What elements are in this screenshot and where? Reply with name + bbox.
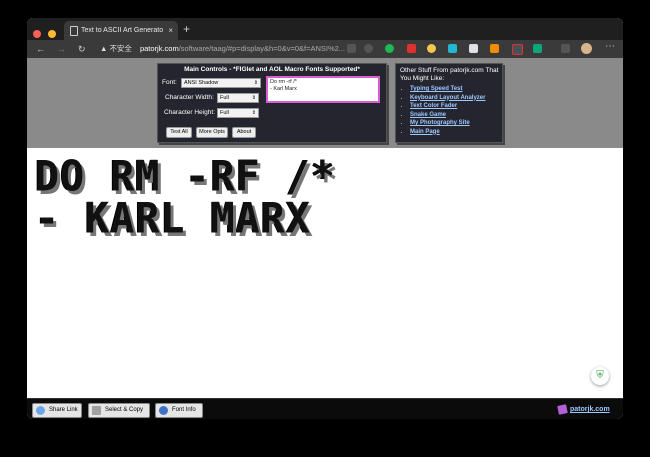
text-input[interactable]: Do rm -rf /* - Karl Marx (266, 76, 380, 103)
shield-icon[interactable]: ⛨ (591, 367, 609, 385)
other-stuff-panel: Other Stuff From patorjk.com That You Mi… (395, 63, 503, 143)
url-path: /software/taag/#p=display&h=0&v=0&f=ANSI… (178, 44, 346, 53)
select-copy-label: Select & Copy (105, 407, 144, 413)
ascii-art-line: - KARL MARX (35, 194, 311, 244)
share-link-button[interactable]: Share Link (32, 403, 82, 418)
font-label: Font: (162, 79, 177, 86)
about-button[interactable]: About (232, 127, 256, 138)
reader-icon[interactable] (347, 44, 356, 53)
controls-area: Main Controls - *FIGlet and AOL Macro Fo… (27, 58, 623, 148)
width-select-value: Full (220, 95, 229, 101)
text-input-line: - Karl Marx (270, 86, 297, 92)
extension-dollar-icon[interactable] (533, 44, 542, 53)
patorjk-logo-icon (557, 403, 568, 415)
font-info-button[interactable]: Font Info (155, 403, 203, 418)
more-opts-button[interactable]: More Opts (196, 127, 228, 138)
link-photography-site[interactable]: My Photography Site (410, 119, 485, 128)
bottom-bar: Share Link Select & Copy Font Info pator… (27, 398, 623, 419)
back-button[interactable]: ← (36, 42, 45, 56)
select-arrow-icon: ⇕ (251, 110, 256, 116)
extension-teal-icon[interactable] (448, 44, 457, 53)
brand-link[interactable]: patorjk.com (557, 403, 610, 416)
browser-window: Text to ASCII Art Generator (TAAG) × + ←… (27, 18, 623, 419)
forward-button[interactable]: → (57, 42, 66, 56)
extension-white-icon[interactable] (469, 44, 478, 53)
text-input-line: Do rm -rf /* (270, 79, 297, 85)
font-select[interactable]: ANSI Shadow ⇕ (181, 78, 261, 88)
ascii-art-line: DO RM -RF /* (35, 152, 336, 202)
tab-taag[interactable]: Text to ASCII Art Generator (TAAG) × (64, 21, 178, 40)
link-text-color-fader[interactable]: Text Color Fader (410, 102, 485, 111)
new-tab-button[interactable]: + (183, 21, 190, 37)
width-select[interactable]: Full ⇕ (217, 93, 259, 103)
link-typing-speed-test[interactable]: Typing Speed Test (410, 85, 485, 94)
select-copy-button[interactable]: Select & Copy (88, 403, 150, 418)
extension-green-icon[interactable] (385, 44, 394, 53)
warning-icon: ▲ (100, 44, 108, 53)
share-icon (36, 406, 45, 415)
select-arrow-icon: ⇕ (253, 80, 258, 86)
link-keyboard-layout-analyzer[interactable]: Keyboard Layout Analyzer (410, 94, 485, 103)
address-bar[interactable]: ▲ 不安全 patorjk.com/software/taag/#p=display… (100, 42, 368, 56)
link-snake-game[interactable]: Snake Game (410, 111, 485, 120)
extension-red-icon[interactable] (407, 44, 416, 53)
more-menu-icon[interactable]: ⋯ (605, 41, 615, 52)
link-list: Typing Speed Test Keyboard Layout Analyz… (400, 85, 485, 136)
tab-title: Text to ASCII Art Generator (TAAG) (81, 27, 163, 34)
insecure-label: 不安全 (109, 44, 132, 53)
avatar[interactable] (581, 43, 592, 54)
other-stuff-title: Other Stuff From patorjk.com That You Mi… (400, 67, 499, 82)
reload-button[interactable]: ↻ (78, 42, 86, 56)
browser-toolbar: ← → ↻ ▲ 不安全 patorjk.com/software/taag/#p=d… (27, 40, 623, 58)
font-info-label: Font Info (172, 407, 196, 413)
extension-badge-icon[interactable] (512, 44, 523, 55)
width-label: Character Width: (165, 94, 214, 101)
favorite-star-icon[interactable] (364, 44, 373, 53)
select-arrow-icon: ⇕ (251, 95, 256, 101)
extension-yellow-icon[interactable] (427, 44, 436, 53)
url-host: patorjk.com (139, 44, 179, 53)
favorites-icon[interactable] (561, 44, 570, 53)
height-label: Character Height: (164, 109, 215, 116)
test-all-button[interactable]: Test All (166, 127, 192, 138)
brand-label: patorjk.com (570, 406, 610, 413)
copy-icon (92, 406, 101, 415)
share-link-label: Share Link (49, 407, 78, 413)
main-controls-title: Main Controls - *FIGlet and AOL Macro Fo… (184, 66, 360, 73)
link-main-page[interactable]: Main Page (410, 128, 485, 137)
height-select-value: Full (220, 110, 229, 116)
minimize-window-button[interactable] (48, 30, 57, 38)
main-controls-panel: Main Controls - *FIGlet and AOL Macro Fo… (157, 63, 387, 143)
extension-orange-icon[interactable] (490, 44, 499, 53)
close-window-button[interactable] (33, 30, 41, 38)
info-icon (159, 406, 168, 415)
ascii-art-output: DO RM -RF /* - KARL MARX (35, 152, 336, 244)
font-select-value: ANSI Shadow (184, 80, 219, 86)
height-select[interactable]: Full ⇕ (217, 108, 259, 118)
tab-bar: Text to ASCII Art Generator (TAAG) × + (27, 18, 623, 40)
close-tab-icon[interactable]: × (168, 21, 173, 40)
page-icon (70, 26, 78, 36)
